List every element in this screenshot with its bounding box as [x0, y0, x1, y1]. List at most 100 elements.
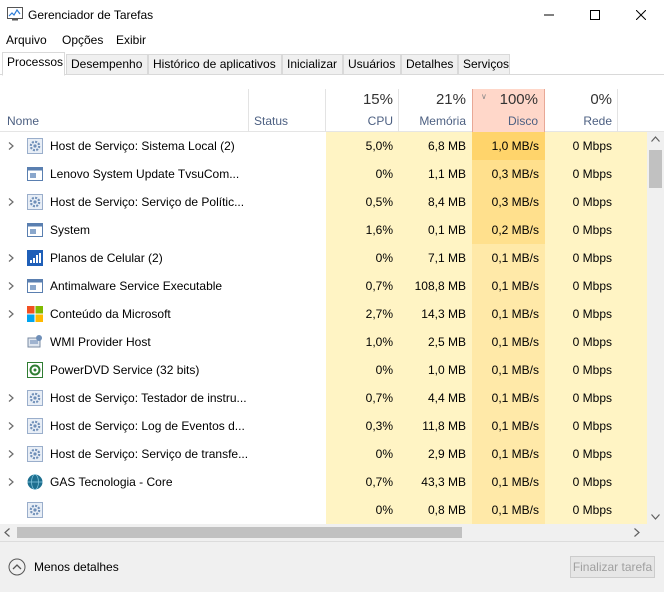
horizontal-scroll-thumb[interactable] [17, 527, 462, 538]
column-status-label: Status [254, 114, 289, 128]
minimize-button[interactable] [526, 0, 572, 30]
process-row[interactable]: WMI Provider Host 1,0% 2,5 MB 0,1 MB/s 0 Mbp… [0, 328, 647, 356]
tab-servicos[interactable]: Serviços [458, 54, 510, 75]
disk-value: 0,1 MB/s [472, 468, 545, 496]
scroll-down-icon[interactable] [651, 514, 660, 520]
close-icon [636, 10, 646, 20]
fewer-details-label: Menos detalhes [34, 560, 119, 574]
tab-desempenho[interactable]: Desempenho [66, 54, 148, 75]
maximize-button[interactable] [572, 0, 618, 30]
process-name: System [50, 223, 91, 237]
chevron-right-icon[interactable] [8, 142, 14, 150]
menu-arquivo[interactable]: Arquivo [6, 33, 47, 47]
process-row[interactable]: Antimalware Service Executable 0,7% 108,8 … [0, 272, 647, 300]
chevron-right-icon[interactable] [8, 198, 14, 206]
scroll-right-icon[interactable] [634, 528, 640, 537]
title-bar: Gerenciador de Tarefas [0, 0, 664, 30]
process-row[interactable]: Conteúdo da Microsoft 2,7% 14,3 MB 0,1 MB/s… [0, 300, 647, 328]
network-value: 0 Mbps [545, 384, 618, 412]
menu-bar: Arquivo Opções Exibir [0, 31, 664, 51]
chevron-right-icon[interactable] [8, 478, 14, 486]
menu-exibir[interactable]: Exibir [116, 33, 146, 47]
tab-inicializar[interactable]: Inicializar [282, 54, 343, 75]
column-divider[interactable] [248, 89, 249, 132]
network-value: 0 Mbps [545, 496, 618, 524]
tab-historico[interactable]: Histórico de aplicativos [148, 54, 282, 75]
memory-value: 1,1 MB [399, 160, 472, 188]
extra-column-cell [618, 300, 647, 328]
disk-percent: 100% [499, 91, 538, 108]
app-window-icon [27, 278, 43, 294]
chevron-right-icon[interactable] [8, 450, 14, 458]
disk-value: 0,1 MB/s [472, 328, 545, 356]
fewer-details-button[interactable]: Menos detalhes [8, 558, 119, 576]
chevron-right-icon[interactable] [8, 254, 14, 262]
network-value: 0 Mbps [545, 160, 618, 188]
disk-value: 0,1 MB/s [472, 356, 545, 384]
process-name: Antimalware Service Executable [50, 279, 223, 293]
process-row[interactable]: Host de Serviço: Serviço de Polític... 0,… [0, 188, 647, 216]
scroll-left-icon[interactable] [4, 528, 10, 537]
vertical-scroll-thumb[interactable] [649, 150, 662, 188]
extra-column-cell [618, 272, 647, 300]
column-network[interactable]: 0% Rede [545, 89, 618, 132]
column-status[interactable]: Status [248, 89, 326, 132]
column-name[interactable]: Nome [0, 89, 248, 132]
microsoft-logo-icon [27, 306, 43, 322]
process-name: PowerDVD Service (32 bits) [50, 363, 200, 377]
extra-column-cell [618, 244, 647, 272]
memory-value: 1,0 MB [399, 356, 472, 384]
process-row[interactable]: 0% 0,8 MB 0,1 MB/s 0 Mbps [0, 496, 647, 524]
extra-column-cell [618, 440, 647, 468]
memory-value: 43,3 MB [399, 468, 472, 496]
process-row[interactable]: PowerDVD Service (32 bits) 0% 1,0 MB 0,1 MB… [0, 356, 647, 384]
memory-value: 7,1 MB [399, 244, 472, 272]
task-manager-icon [7, 7, 23, 21]
process-row[interactable]: Host de Serviço: Sistema Local (2) 5,0% 6,… [0, 132, 647, 160]
network-value: 0 Mbps [545, 328, 618, 356]
end-task-button[interactable]: Finalizar tarefa [570, 556, 655, 578]
chevron-right-icon[interactable] [8, 394, 14, 402]
column-memory[interactable]: 21% Memória [399, 89, 472, 132]
column-divider[interactable] [398, 89, 399, 132]
extra-column-cell [618, 188, 647, 216]
disk-value: 0,3 MB/s [472, 160, 545, 188]
vertical-scrollbar[interactable] [647, 132, 664, 524]
chevron-right-icon[interactable] [8, 282, 14, 290]
chevron-right-icon[interactable] [8, 422, 14, 430]
process-row[interactable]: Lenovo System Update TvsuCom... 0% 1,1 MB 0… [0, 160, 647, 188]
process-row[interactable]: Host de Serviço: Testador de instru... 0,… [0, 384, 647, 412]
process-name: Host de Serviço: Serviço de transfe... [50, 447, 249, 461]
globe-icon [27, 474, 43, 490]
memory-value: 0,1 MB [399, 216, 472, 244]
gear-icon [27, 138, 43, 154]
process-row[interactable]: Host de Serviço: Serviço de transfe... 0%… [0, 440, 647, 468]
process-row[interactable]: System 1,6% 0,1 MB 0,2 MB/s 0 Mbps [0, 216, 647, 244]
process-row[interactable]: GAS Tecnologia - Core 0,7% 43,3 MB 0,1 MB/s… [0, 468, 647, 496]
process-name: Lenovo System Update TvsuCom... [50, 167, 240, 181]
column-header: Nome Status 15% CPU 21% Memória ∨ 100% D… [0, 89, 664, 132]
chevron-right-icon[interactable] [8, 310, 14, 318]
column-divider[interactable] [617, 89, 618, 132]
scroll-up-icon[interactable] [651, 136, 660, 142]
tab-processos[interactable]: Processos [2, 52, 65, 76]
powerdvd-icon [27, 362, 43, 378]
gear-icon [27, 502, 43, 518]
column-divider[interactable] [325, 89, 326, 132]
gear-icon [27, 390, 43, 406]
chevron-up-circle-icon [8, 558, 26, 576]
cpu-value: 0,7% [326, 272, 399, 300]
column-disk[interactable]: ∨ 100% Disco [472, 89, 545, 132]
process-row[interactable]: Host de Serviço: Log de Eventos d... 0,3%… [0, 412, 647, 440]
sort-descending-icon: ∨ [481, 92, 487, 101]
cpu-value: 5,0% [326, 132, 399, 160]
column-cpu[interactable]: 15% CPU [326, 89, 399, 132]
tab-usuarios[interactable]: Usuários [343, 54, 401, 75]
tab-detalhes[interactable]: Detalhes [401, 54, 458, 75]
memory-value: 2,9 MB [399, 440, 472, 468]
horizontal-scrollbar[interactable] [0, 524, 647, 541]
close-button[interactable] [618, 0, 664, 30]
wmi-icon [27, 334, 43, 350]
process-row[interactable]: Planos de Celular (2) 0% 7,1 MB 0,1 MB/s 0 M… [0, 244, 647, 272]
menu-opcoes[interactable]: Opções [62, 33, 103, 47]
